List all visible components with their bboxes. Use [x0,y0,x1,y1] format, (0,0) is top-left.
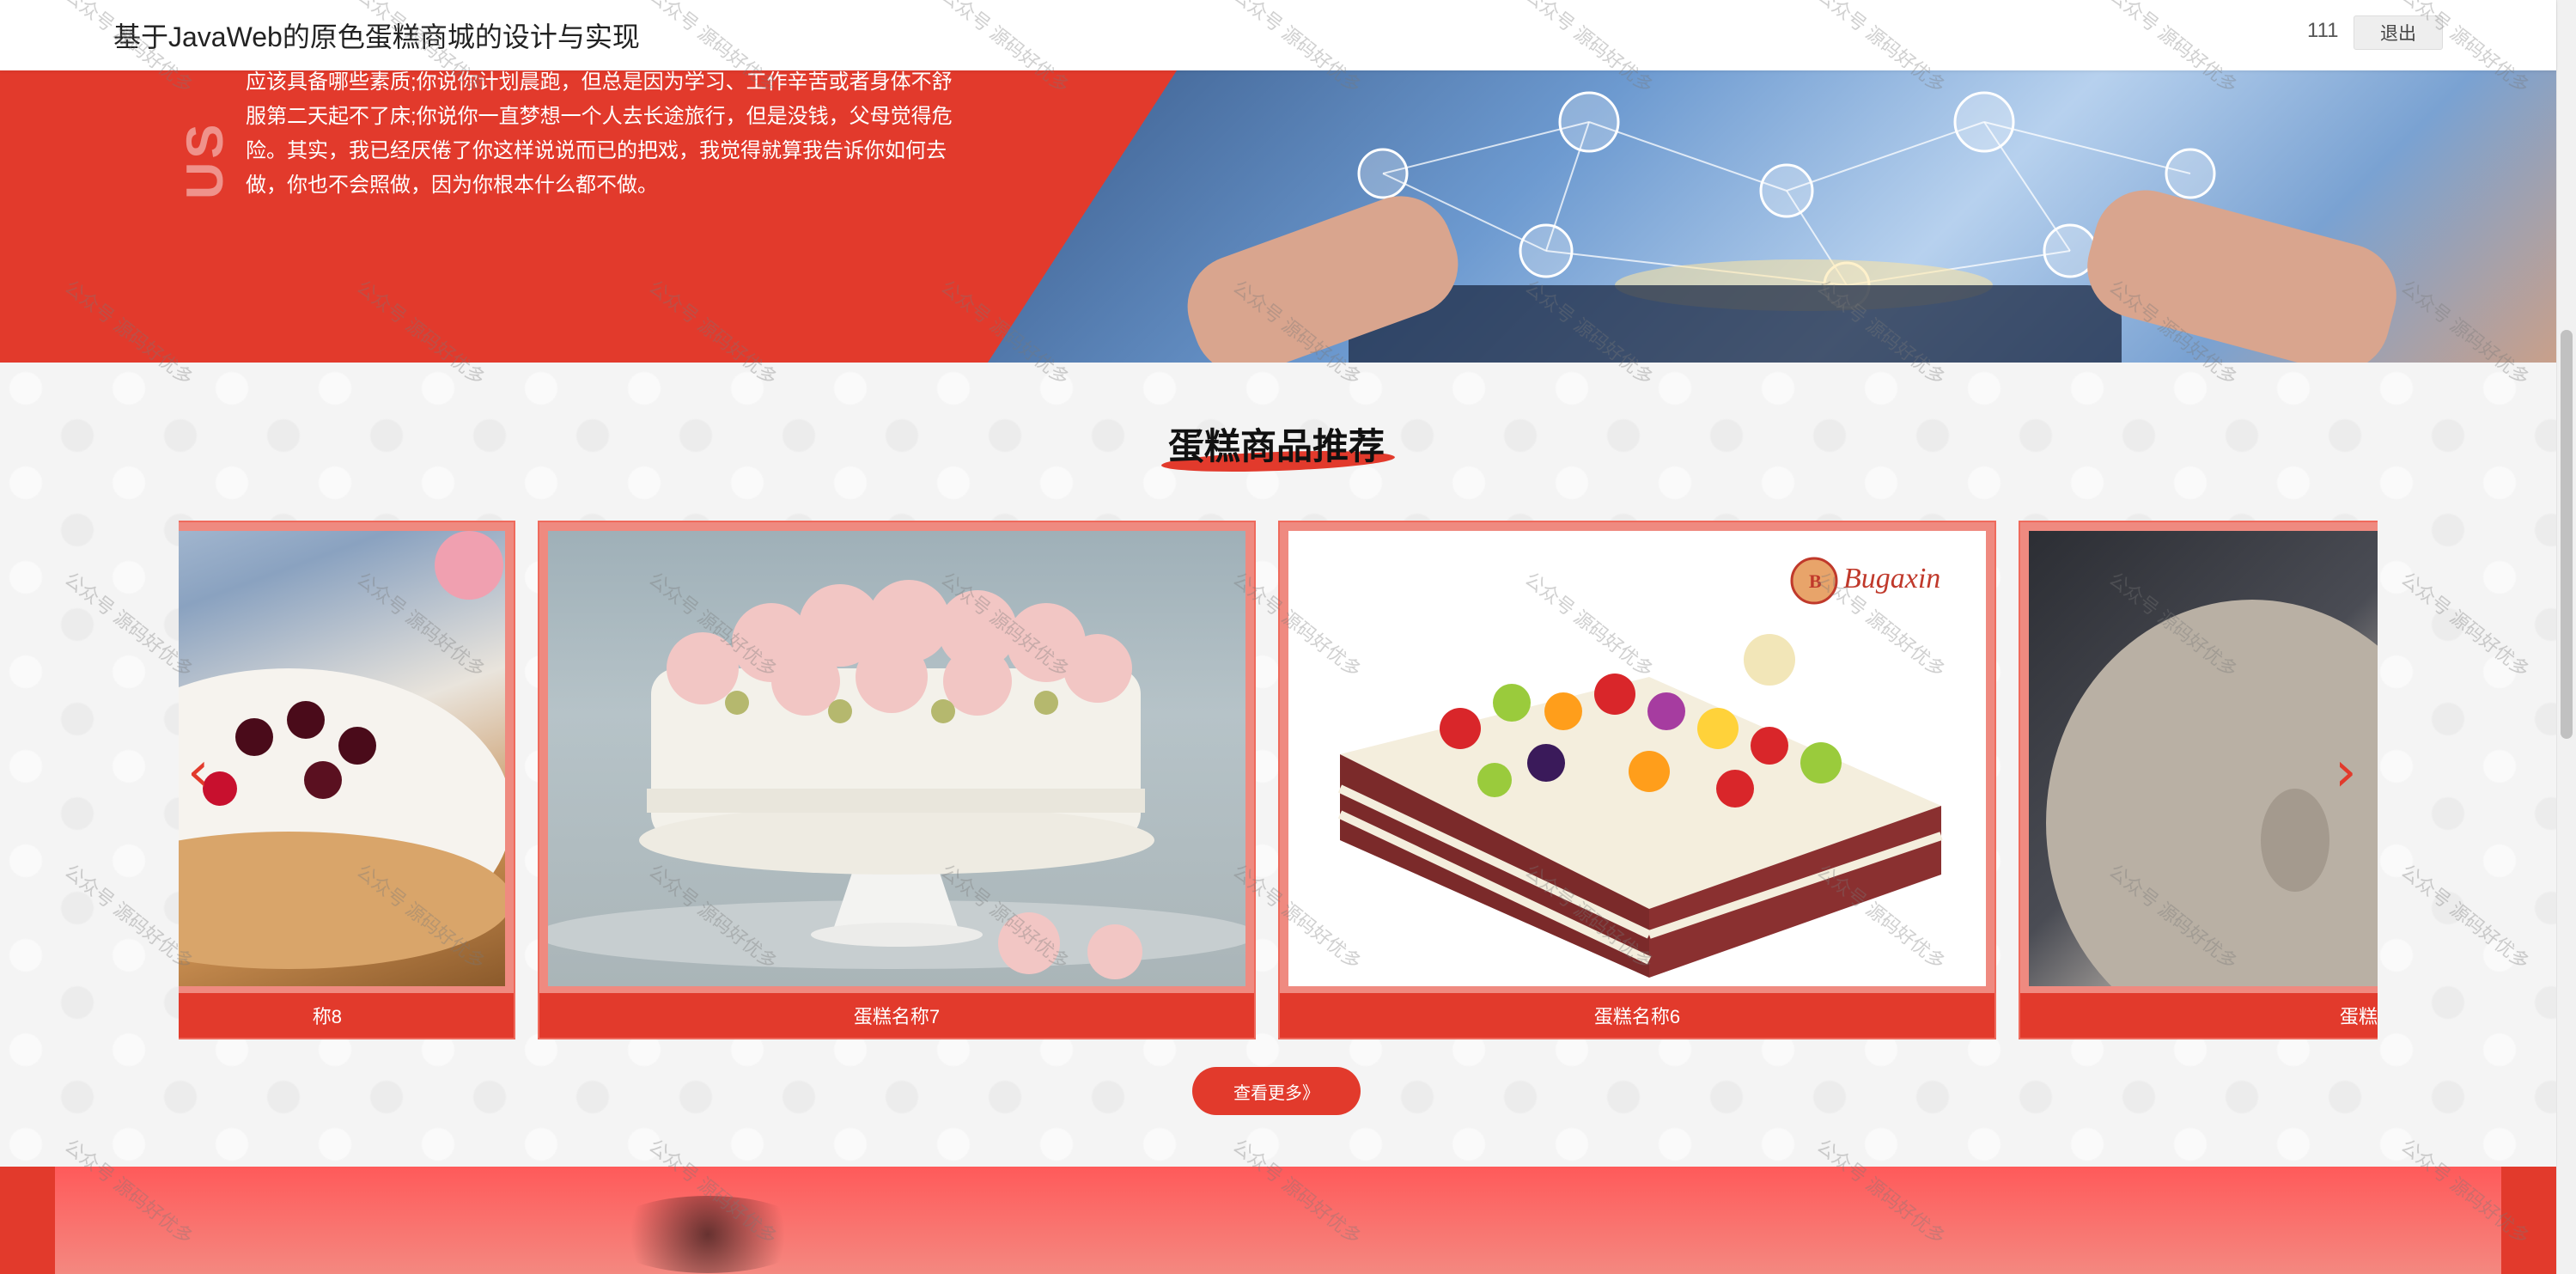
cherry-cake-image[interactable] [179,531,505,986]
tablet-device [1349,285,2122,363]
rose-cake-image[interactable] [548,531,1245,986]
logout-button[interactable]: 退出 [2354,15,2443,50]
page-scrollbar[interactable] [2556,0,2576,1274]
product-carousel[interactable]: 称8 蛋糕名称7 B Bugaxin 蛋糕名称6 蛋糕 [179,521,2378,1045]
product-name[interactable]: 称8 [179,993,514,1038]
about-section: US 应该具备哪些素质;你说你计划晨跑，但总是因为学习、工作辛苦或者身体不舒 服… [0,70,2556,363]
product-name[interactable]: 蛋糕 [2020,993,2378,1038]
about-line: 应该具备哪些素质;你说你计划晨跑，但总是因为学习、工作辛苦或者身体不舒 [246,70,953,94]
carousel-prev-arrow[interactable]: ‹ [187,741,210,804]
top-nav-bar: 基于JavaWeb的原色蛋糕商城的设计与实现 111 退出 [0,0,2556,70]
product-name[interactable]: 蛋糕名称6 [1280,993,1994,1038]
about-line: 服第二天起不了床;你说你一直梦想一个人去长途旅行，但是没钱，父母觉得危 [246,105,953,128]
username-label[interactable]: 111 [2307,19,2338,43]
about-paragraph: 应该具备哪些素质;你说你计划晨跑，但总是因为学习、工作辛苦或者身体不舒 服第二天… [246,70,986,203]
about-vertical-heading: US [176,120,234,199]
bottom-banner [0,1167,2556,1274]
chevron-right-icon[interactable]: › [2335,741,2357,804]
product-card[interactable]: 蛋糕 [2019,521,2378,1039]
fruit-cake-image[interactable]: B Bugaxin [1288,531,1986,986]
site-title[interactable]: 基于JavaWeb的原色蛋糕商城的设计与实现 [113,15,640,55]
bugaxin-logo: Bugaxin [1843,563,1940,594]
section-title: 蛋糕商品推荐 [1168,426,1385,466]
ink-splash-graphic [605,1196,811,1273]
scrollbar-thumb[interactable] [2561,330,2573,739]
chevron-left-icon[interactable]: ‹ [187,741,210,804]
about-line: 做，你也不会照做，因为你根本什么都不做。 [246,174,658,197]
product-name[interactable]: 蛋糕名称7 [539,993,1254,1038]
product-card[interactable]: 蛋糕名称7 [538,521,1256,1039]
product-card[interactable]: B Bugaxin 蛋糕名称6 [1278,521,1996,1039]
bottom-banner-image [55,1167,2501,1274]
about-line: 险。其实，我已经厌倦了你这样说说而已的把戏，我觉得就算我告诉你如何去 [246,139,947,162]
gray-photo-image[interactable] [2029,531,2378,986]
svg-text:B: B [1809,570,1822,592]
product-card[interactable]: 称8 [179,521,515,1039]
network-hands-photo [988,70,2556,363]
view-more-button[interactable]: 查看更多》 [1192,1067,1361,1115]
carousel-next-arrow[interactable]: › [2335,741,2357,804]
recommend-section: 蛋糕商品推荐 称8 蛋糕名称7 B Bugaxin 蛋糕名称6 蛋糕 ‹ › 查… [0,363,2556,1167]
